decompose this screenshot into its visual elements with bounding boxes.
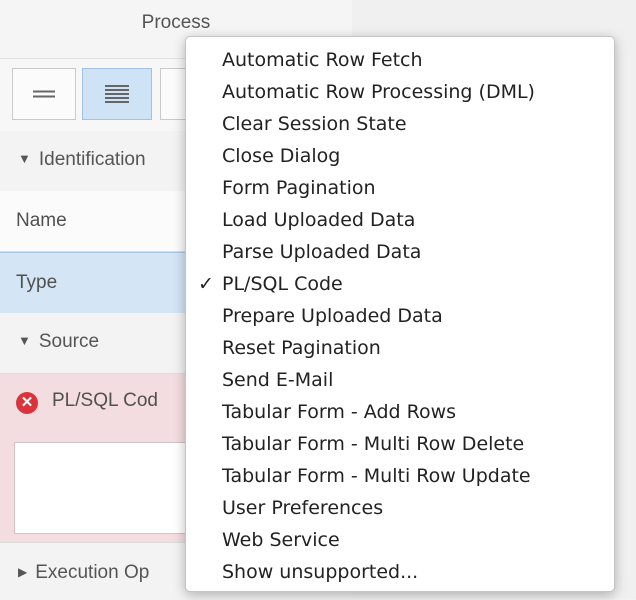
menu-item[interactable]: Parse Uploaded Data (186, 236, 614, 268)
menu-item-label: Tabular Form - Multi Row Delete (222, 433, 525, 455)
menu-item[interactable]: Close Dialog (186, 140, 614, 172)
list-icon (105, 83, 129, 105)
menu-item[interactable]: Show unsupported... (186, 556, 614, 588)
menu-item[interactable]: User Preferences (186, 492, 614, 524)
menu-item-label: Send E-Mail (222, 369, 334, 391)
menu-item-label: Show unsupported... (222, 561, 419, 583)
menu-item-label: Web Service (222, 529, 340, 551)
menu-item[interactable]: Clear Session State (186, 108, 614, 140)
section-source-label: Source (38, 331, 100, 352)
menu-item-label: Tabular Form - Add Rows (222, 401, 457, 423)
menu-item[interactable]: Reset Pagination (186, 332, 614, 364)
menu-item[interactable]: Tabular Form - Add Rows (186, 396, 614, 428)
menu-item-label: Automatic Row Processing (DML) (222, 81, 535, 103)
menu-item[interactable]: Automatic Row Processing (DML) (186, 76, 614, 108)
panel-title: Process (141, 12, 211, 33)
menu-icon (33, 88, 55, 101)
menu-item-label: Reset Pagination (222, 337, 381, 359)
menu-item-label: Clear Session State (222, 113, 407, 135)
menu-item[interactable]: ✓ PL/SQL Code (186, 268, 614, 300)
triangle-right-icon: ▶ (18, 565, 28, 579)
plsql-code-label: PL/SQL Cod (52, 390, 158, 411)
menu-item[interactable]: Form Pagination (186, 172, 614, 204)
triangle-down-icon: ▼ (18, 151, 31, 166)
menu-item[interactable]: Web Service (186, 524, 614, 556)
menu-item-label: PL/SQL Code (222, 273, 343, 295)
name-label: Name (16, 210, 67, 231)
type-label: Type (16, 272, 58, 293)
checkmark-icon: ✓ (198, 273, 214, 295)
menu-item-label: Load Uploaded Data (222, 209, 416, 231)
menu-item-label: Prepare Uploaded Data (222, 305, 443, 327)
menu-item-label: Automatic Row Fetch (222, 49, 423, 71)
section-identification-label: Identification (38, 149, 146, 170)
menu-item[interactable]: Load Uploaded Data (186, 204, 614, 236)
menu-item-label: Tabular Form - Multi Row Update (222, 465, 531, 487)
menu-item[interactable]: Prepare Uploaded Data (186, 300, 614, 332)
type-dropdown-menu: Automatic Row Fetch Automatic Row Process… (185, 36, 615, 592)
menu-item[interactable]: Tabular Form - Multi Row Delete (186, 428, 614, 460)
menu-list: Automatic Row Fetch Automatic Row Process… (186, 44, 614, 588)
menu-item-label: User Preferences (222, 497, 384, 519)
error-icon: ✕ (16, 392, 38, 414)
compact-view-button[interactable] (12, 68, 76, 120)
section-execution-label: Execution Op (35, 562, 150, 583)
menu-item-label: Form Pagination (222, 177, 376, 199)
expanded-view-button[interactable] (82, 68, 152, 120)
menu-item[interactable]: Send E-Mail (186, 364, 614, 396)
menu-item-label: Close Dialog (222, 145, 341, 167)
menu-item[interactable]: Tabular Form - Multi Row Update (186, 460, 614, 492)
menu-item-label: Parse Uploaded Data (222, 241, 422, 263)
menu-item[interactable]: Automatic Row Fetch (186, 44, 614, 76)
triangle-down-icon: ▼ (18, 333, 31, 348)
